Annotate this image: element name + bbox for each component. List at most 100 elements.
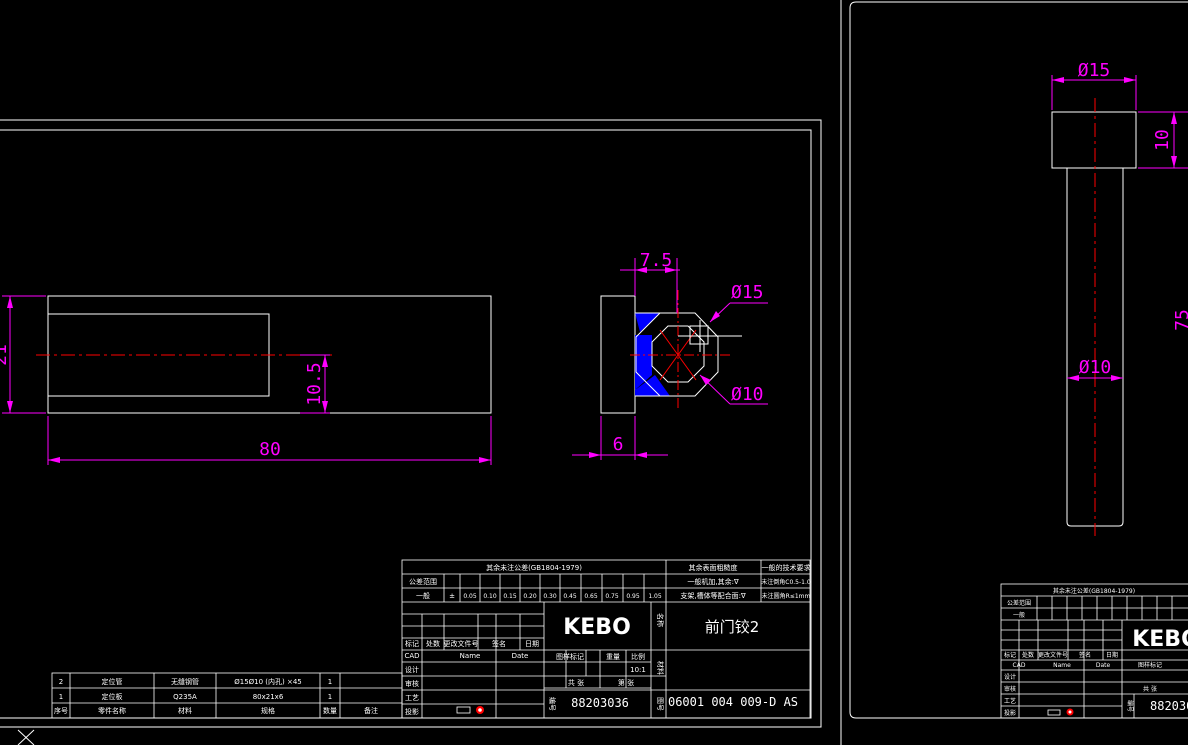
crosshair-cursor-icon (678, 320, 742, 352)
side-plate-outline[interactable] (600, 295, 636, 414)
svg-text:无缝钢管: 无缝钢管 (171, 677, 199, 686)
dim-pin-head-height[interactable]: 10 (1138, 111, 1188, 169)
svg-text:审核: 审核 (1004, 685, 1016, 693)
projection-symbol-icon (456, 706, 484, 714)
svg-text:Name: Name (1053, 662, 1071, 669)
pin-shaft[interactable] (1066, 168, 1124, 527)
svg-text:投影: 投影 (1004, 709, 1016, 717)
pin-view: Ø15 10 Ø10 75 (1051, 60, 1188, 536)
right-sheet-border (849, 1, 1188, 719)
svg-text:公差范围: 公差范围 (1007, 599, 1031, 607)
svg-text:图样标记: 图样标记 (1138, 661, 1162, 669)
doc-number: 88203036 (571, 696, 629, 710)
left-sheet-inner-border (0, 129, 812, 719)
part-name: 前门铰2 (705, 618, 760, 636)
company-logo: KEBO (1132, 627, 1188, 652)
dim-width[interactable]: 80 (47, 416, 492, 465)
svg-text:0.75: 0.75 (605, 593, 619, 600)
svg-text:定位管: 定位管 (102, 677, 123, 686)
pin-head[interactable] (1051, 111, 1137, 169)
svg-text:签名: 签名 (1079, 651, 1091, 659)
name-label: Name (460, 652, 481, 660)
sheets-total: 共 张 (568, 678, 584, 687)
scale-label: 比例 (631, 652, 645, 661)
dim-thickness[interactable]: 6 (572, 416, 668, 460)
bom-row[interactable]: 1 定位板 Q235A 80x21x6 1 (59, 692, 332, 701)
svg-text:0.05: 0.05 (463, 593, 477, 600)
right-title-block-text: 其余未注公差(GB1804-1979) 公差范围 一般 标记 处数 更改文件号 … (1004, 587, 1188, 717)
svg-text:共 张: 共 张 (1143, 685, 1157, 693)
svg-text:序号: 序号 (54, 706, 68, 715)
roughness-line2: 支架,槽体等配合面:∇ (680, 591, 746, 600)
svg-text:0.95: 0.95 (626, 593, 640, 600)
scale-value: 10:1 (630, 666, 646, 674)
svg-text:定位板: 定位板 (102, 692, 123, 701)
svg-text:更改文件号: 更改文件号 (1038, 651, 1068, 659)
svg-text:处数: 处数 (1022, 651, 1034, 659)
bom-row[interactable]: 2 定位管 无缝钢管 Ø15Ø10 (内孔) ×45 1 (59, 677, 332, 686)
dim-pin-shaft-dia[interactable]: Ø10 (1067, 357, 1123, 381)
dim-width-label: 80 (259, 439, 281, 460)
sheet-number: 第 张 (618, 678, 634, 687)
role-design: 设计 (405, 665, 419, 674)
dim-thickness-label: 6 (613, 434, 624, 455)
roughness-title: 其余表面粗糙度 (689, 563, 738, 572)
dim-height-label: 21 (0, 344, 11, 366)
svg-text:编号: 编号 (1126, 700, 1134, 712)
projection-symbol-icon (1047, 708, 1074, 716)
svg-text:Date: Date (1096, 662, 1111, 669)
svg-text:0.65: 0.65 (584, 593, 598, 600)
svg-text:工艺: 工艺 (1004, 697, 1016, 705)
dim-offset-top[interactable]: 7.5 (620, 250, 680, 313)
svg-text:Ø10: Ø10 (1079, 357, 1112, 378)
svg-text:1: 1 (328, 693, 332, 701)
svg-text:日期: 日期 (1106, 651, 1118, 659)
svg-text:材料: 材料 (178, 706, 192, 715)
svg-text:75: 75 (1172, 309, 1188, 331)
svg-text:设计: 设计 (1004, 673, 1016, 681)
stage-label: 图样标记 (556, 652, 584, 661)
left-sheet-outer-border (0, 119, 822, 728)
svg-text:1: 1 (59, 693, 63, 701)
svg-text:其余未注公差(GB1804-1979): 其余未注公差(GB1804-1979) (1053, 587, 1135, 595)
tol-grade-label: 一般 (416, 591, 430, 600)
weld-hatch-top (635, 313, 660, 332)
front-view: 21 10.5 80 (0, 295, 492, 465)
left-sheet: 21 10.5 80 7.5 6 Ø15 Ø10 其余未注公差(GB1804-1… (0, 119, 822, 728)
svg-text:签名: 签名 (492, 639, 506, 648)
dim-pin-length[interactable]: 75 (1172, 309, 1188, 331)
dim-inner-diameter-label: Ø10 (731, 384, 764, 405)
svg-text:CAD: CAD (1013, 662, 1026, 669)
weight-label: 重量 (606, 653, 620, 661)
tech-title: 一般的技术要求 (762, 563, 811, 572)
svg-text:80x21x6: 80x21x6 (253, 693, 284, 701)
tech-line2: 未注圆角R≤1mm (762, 592, 811, 600)
dim-outer-diameter-label: Ø15 (731, 282, 764, 303)
dim-offset-top-label: 7.5 (640, 250, 673, 271)
cad-model-space[interactable]: 21 10.5 80 7.5 6 Ø15 Ø10 其余未注公差(GB1804-1… (0, 0, 1188, 745)
svg-text:1: 1 (328, 678, 332, 686)
tol-pm: ± (449, 592, 455, 600)
svg-text:0.45: 0.45 (563, 593, 577, 600)
svg-text:一般: 一般 (1013, 611, 1025, 619)
role-projection: 投影 (405, 707, 419, 716)
dim-center[interactable]: 10.5 (300, 354, 330, 414)
side-view: 7.5 6 Ø15 Ø10 (572, 250, 768, 460)
right-doc-number: 88203036 (1150, 699, 1188, 713)
material-key: 材料 (656, 661, 665, 675)
tech-line1: 未注倒角C0.5-1.0 (761, 578, 811, 586)
svg-text:0.20: 0.20 (523, 593, 537, 600)
svg-text:Ø15Ø10 (内孔) ×45: Ø15Ø10 (内孔) ×45 (234, 677, 302, 686)
svg-text:规格: 规格 (261, 706, 275, 715)
ucs-icon (17, 729, 35, 745)
drawing-number: 06001 004 009-D AS (668, 695, 798, 709)
right-sheet: Ø15 10 Ø10 75 其余未注公差(GB1804-1979) 公差范围 一… (849, 1, 1188, 719)
svg-text:Q235A: Q235A (173, 693, 197, 701)
svg-text:处数: 处数 (426, 639, 440, 648)
dim-outer-diameter[interactable]: Ø15 (709, 282, 768, 323)
role-review: 审核 (405, 679, 419, 688)
svg-text:标记: 标记 (1004, 651, 1016, 659)
tol-range-label: 公差范围 (409, 577, 437, 586)
svg-text:2: 2 (59, 678, 63, 686)
dim-pin-head-dia[interactable]: Ø15 (1051, 60, 1137, 110)
